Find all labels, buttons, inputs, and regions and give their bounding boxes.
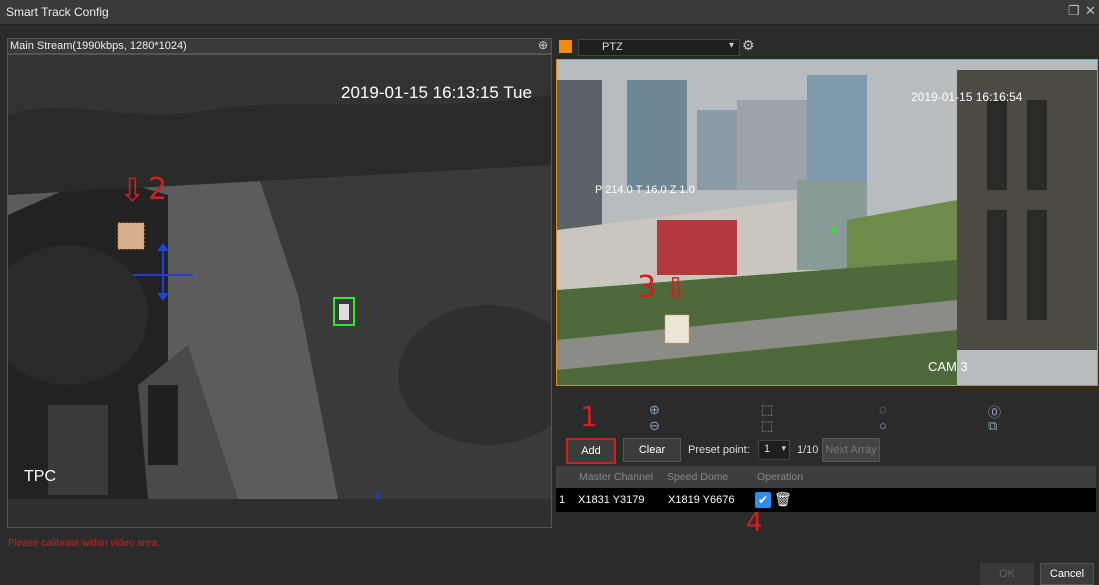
annotation-number-3: 3 xyxy=(637,270,657,305)
left-camera-label: TPC xyxy=(24,468,56,485)
window-title: Smart Track Config xyxy=(6,5,109,19)
row-index: 1 xyxy=(559,494,566,506)
col-operation: Operation xyxy=(757,471,804,483)
preset-value: 1 xyxy=(764,443,771,455)
master-channel-video[interactable]: 2019-01-15 16:13:15 Tue TPC ⇩ 2 xyxy=(7,54,552,500)
table-header: Master Channel Speed Dome Operation xyxy=(556,466,1096,488)
stream-label: Main Stream(1990kbps, 1280*1024) xyxy=(10,40,187,52)
annotation-arrow-2: ⇩ xyxy=(119,171,146,209)
annotation-number-4: 4 xyxy=(746,508,763,538)
add-button[interactable]: Add xyxy=(566,438,616,464)
left-stream-header: Main Stream(1990kbps, 1280*1024) ⊕ xyxy=(7,38,552,54)
ptz-controls: ⊕ ⊖ ⬚ ⬚ ◌ ○ ⓪ ⧉ xyxy=(556,398,1096,438)
calibration-warning: Please calibrate within video area. xyxy=(8,538,160,549)
annotation-number-2: 2 xyxy=(148,172,168,207)
gear-icon[interactable]: ⚙ xyxy=(742,37,755,54)
focus-far-icon[interactable]: ⬚ xyxy=(761,418,773,434)
thermal-scene xyxy=(8,55,551,499)
row-master-channel: X1831 Y3179 xyxy=(578,494,645,506)
zoom-icon[interactable]: ⊕ xyxy=(538,38,548,52)
ok-button[interactable]: OK xyxy=(980,563,1034,585)
cancel-button[interactable]: Cancel xyxy=(1040,563,1094,585)
check-icon[interactable]: ✔ xyxy=(755,492,771,508)
restore-icon[interactable]: ❐ xyxy=(1068,3,1080,19)
iris-close-icon[interactable]: ○ xyxy=(879,418,887,433)
ptz-video[interactable]: 2019-01-15 16:16:54 P 214.0 T 16.0 Z 1.0… xyxy=(556,59,1098,386)
ptz-position-overlay: P 214.0 T 16.0 Z 1.0 xyxy=(595,184,695,196)
left-bottom-bar xyxy=(7,499,552,528)
ptz-timestamp: 2019-01-15 16:16:54 xyxy=(911,90,1023,104)
col-master-channel: Master Channel xyxy=(579,471,654,483)
title-bar: Smart Track Config ❐ ✕ xyxy=(0,0,1099,25)
next-array-button[interactable]: Next Array xyxy=(822,438,880,462)
iris-open-icon[interactable]: ◌ xyxy=(879,402,887,417)
table-row[interactable]: 1 X1831 Y3179 X1819 Y6676 ✔ 🗑 xyxy=(556,488,1096,512)
preset-select[interactable]: 1 ▾ xyxy=(758,440,790,460)
focus-near-icon[interactable]: ⬚ xyxy=(761,402,773,418)
left-timestamp: 2019-01-15 16:13:15 Tue xyxy=(341,83,532,102)
row-speed-dome: X1819 Y6676 xyxy=(668,494,735,506)
close-icon[interactable]: ✕ xyxy=(1085,3,1096,19)
array-count: 1/10 xyxy=(797,444,819,456)
preset-label: Preset point: xyxy=(688,444,750,456)
right-header: PTZ ▾ ⚙ xyxy=(556,37,1096,56)
ptz-scene xyxy=(557,60,1097,385)
record-indicator[interactable] xyxy=(559,40,572,53)
device-select[interactable]: PTZ ▾ xyxy=(578,39,740,56)
ptz-camera-label: CAM 3 xyxy=(928,359,968,374)
clear-button[interactable]: Clear xyxy=(623,438,681,462)
zoom-out-icon[interactable]: ⊖ xyxy=(649,418,660,434)
annotation-arrow-3: ⇩ xyxy=(663,272,689,307)
col-speed-dome: Speed Dome xyxy=(667,471,729,483)
annotation-number-1: 1 xyxy=(580,400,598,433)
zoom-in-icon[interactable]: ⊕ xyxy=(649,402,660,418)
chevron-down-icon: ▾ xyxy=(728,40,734,51)
chevron-down-icon: ▾ xyxy=(781,443,786,453)
trash-icon[interactable]: 🗑 xyxy=(774,491,792,508)
device-select-value: PTZ xyxy=(602,41,623,53)
locate-icon[interactable]: ⧉ xyxy=(988,418,997,434)
